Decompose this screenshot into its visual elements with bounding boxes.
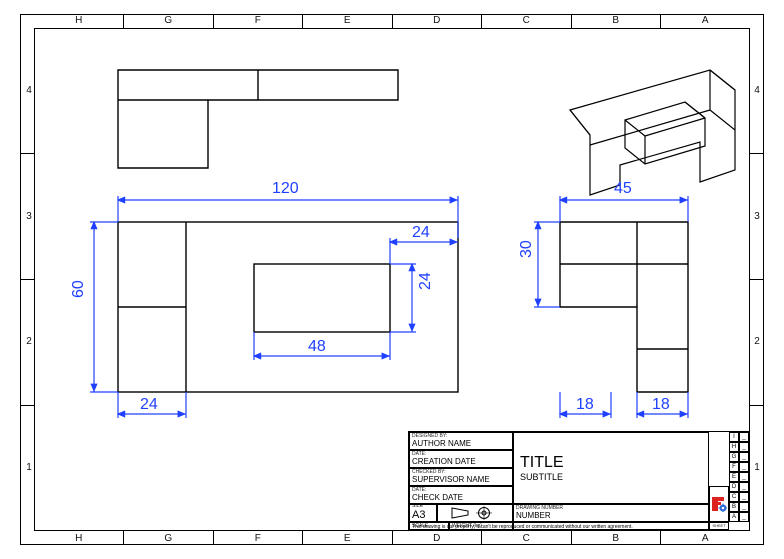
rev-letter-I: I (729, 432, 739, 442)
zone-top-A: A (698, 15, 712, 26)
rev-dash-E: _ (739, 472, 749, 482)
center-mark (20, 279, 34, 280)
zone-bottom-H: H (72, 533, 86, 544)
dim-24-h: 24 (417, 272, 435, 290)
author-name: AUTHOR NAME (412, 439, 510, 449)
tick-v (213, 531, 214, 545)
dim-48: 48 (308, 338, 326, 356)
dim-30: 30 (518, 240, 536, 258)
zone-bottom-F: F (251, 533, 265, 544)
dim-45: 45 (614, 180, 632, 198)
rev-dash-C: _ (739, 492, 749, 502)
zone-bottom-D: D (430, 533, 444, 544)
check-date-cell: DATE: CHECK DATE (409, 486, 513, 504)
zone-top-H: H (72, 15, 86, 26)
zone-bottom-C: C (519, 533, 533, 544)
rev-dash-A: _ (739, 512, 749, 522)
dim-120: 120 (272, 180, 299, 198)
freecad-logo-icon (711, 496, 727, 512)
tick-v (571, 531, 572, 545)
zone-left-2: 2 (22, 336, 36, 347)
drawing-number-cell: DRAWING NUMBER NUMBER (513, 504, 709, 522)
zone-left-3: 3 (22, 211, 36, 222)
tick-v (302, 14, 303, 28)
tick-v (302, 531, 303, 545)
zone-right-1: 1 (750, 462, 764, 473)
zone-right-4: 4 (750, 85, 764, 96)
zone-bottom-E: E (340, 533, 354, 544)
zone-bottom-G: G (161, 533, 175, 544)
zone-left-4: 4 (22, 85, 36, 96)
center-mark (392, 14, 393, 28)
projection-symbol-icon (450, 506, 500, 520)
tick-v (571, 14, 572, 28)
rev-letter-A: A (729, 512, 739, 522)
tick-h (750, 153, 764, 154)
rev-dash-D: _ (739, 482, 749, 492)
zone-top-B: B (609, 15, 623, 26)
zone-bottom-B: B (609, 533, 623, 544)
zone-left-1: 1 (22, 462, 36, 473)
title-cell: TITLE SUBTITLE (513, 432, 709, 504)
creation-date-cell: DATE: CREATION DATE (409, 450, 513, 468)
drawing-sheet: { "xL":34,"xR":750,"yT":28,"yB":531, "ou… (0, 0, 784, 559)
drawing-subtitle: SUBTITLE (520, 472, 702, 482)
rev-dash-B: _ (739, 502, 749, 512)
check-date: CHECK DATE (412, 493, 510, 503)
dim-18a: 18 (576, 396, 594, 414)
rev-dash-H: _ (739, 442, 749, 452)
zone-top-G: G (161, 15, 175, 26)
tick-v (123, 14, 124, 28)
size-cell: SIZE A3 (409, 504, 437, 522)
tick-h (20, 405, 34, 406)
sheet-cell: SHEET (709, 522, 729, 530)
supervisor-name: SUPERVISOR NAME (412, 475, 510, 485)
rev-dash-F: _ (739, 462, 749, 472)
rev-letter-E: E (729, 472, 739, 482)
zone-right-3: 3 (750, 211, 764, 222)
center-mark (750, 279, 764, 280)
zone-top-C: C (519, 15, 533, 26)
zone-bottom-A: A (698, 533, 712, 544)
zone-top-F: F (251, 15, 265, 26)
tick-h (20, 153, 34, 154)
sheet-label: SHEET (712, 524, 725, 528)
zone-right-2: 2 (750, 336, 764, 347)
zone-top-E: E (340, 15, 354, 26)
size-value: A3 (412, 509, 434, 522)
designed-by-cell: DESIGNED BY: AUTHOR NAME (409, 432, 513, 450)
disclaimer-text: This drawing is our property; it can't b… (412, 524, 633, 530)
rev-letter-H: H (729, 442, 739, 452)
tick-v (660, 14, 661, 28)
tick-v (481, 14, 482, 28)
zone-top-D: D (430, 15, 444, 26)
drawing-number: NUMBER (516, 511, 706, 521)
dim-24-notch: 24 (140, 396, 158, 414)
rev-dash-I: _ (739, 432, 749, 442)
drawing-title: TITLE (520, 454, 702, 472)
rev-letter-D: D (729, 482, 739, 492)
tick-v (213, 14, 214, 28)
title-block: DESIGNED BY: AUTHOR NAME DATE: CREATION … (408, 431, 750, 531)
dim-24-off: 24 (412, 224, 430, 242)
projection-symbol-cell (437, 504, 513, 522)
logo-cell (709, 486, 729, 522)
rev-dash-G: _ (739, 452, 749, 462)
tick-v (660, 531, 661, 545)
checked-by-cell: CHECKED BY: SUPERVISOR NAME (409, 468, 513, 486)
rev-letter-F: F (729, 462, 739, 472)
creation-date: CREATION DATE (412, 457, 510, 467)
rev-letter-C: C (729, 492, 739, 502)
rev-letter-G: G (729, 452, 739, 462)
center-mark (392, 531, 393, 545)
tick-h (750, 405, 764, 406)
dim-18b: 18 (652, 396, 670, 414)
dim-60: 60 (70, 280, 88, 298)
tick-v (123, 531, 124, 545)
tick-v (481, 531, 482, 545)
rev-letter-B: B (729, 502, 739, 512)
